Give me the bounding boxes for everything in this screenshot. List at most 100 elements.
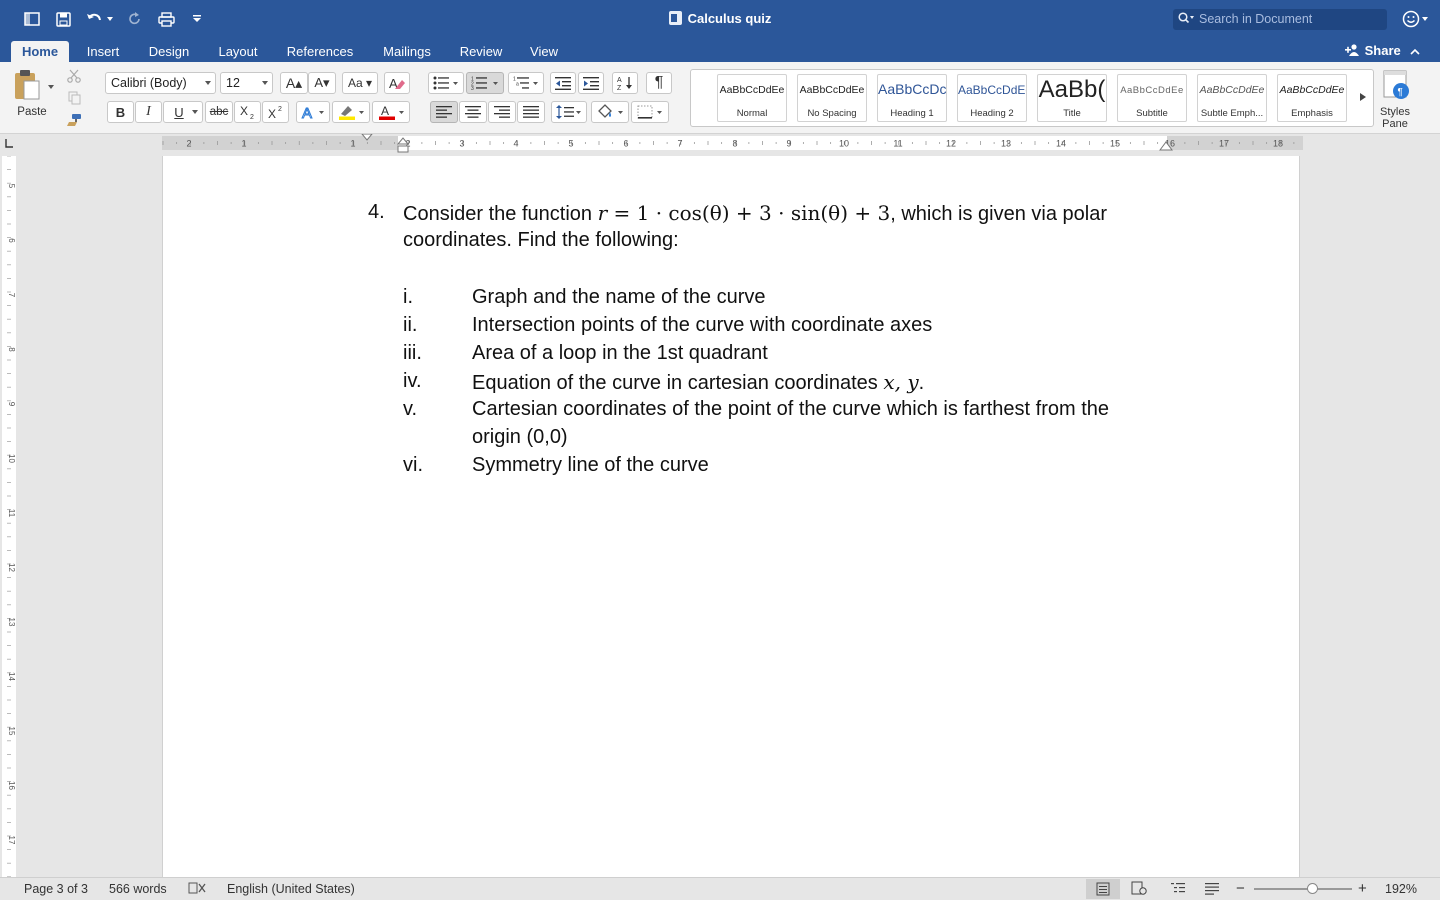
italic-button[interactable]: I	[135, 101, 162, 123]
list-item-continuation[interactable]: origin (0,0)	[472, 426, 568, 449]
word-count[interactable]: 566 words	[109, 882, 167, 896]
decrease-indent-button[interactable]	[550, 72, 576, 94]
sidebar-toggle-icon[interactable]	[22, 9, 42, 29]
list-item[interactable]: Graph and the name of the curve	[472, 286, 766, 309]
proofing-icon[interactable]	[188, 881, 206, 898]
list-item[interactable]: Cartesian coordinates of the point of th…	[472, 398, 1109, 421]
zoom-in-icon[interactable]: +	[1358, 880, 1367, 897]
increase-indent-button[interactable]	[578, 72, 604, 94]
outline-view-icon[interactable]	[1170, 881, 1186, 898]
text-effects-button[interactable]: A	[296, 101, 330, 123]
zoom-out-icon[interactable]: −	[1236, 880, 1245, 897]
align-center-button[interactable]	[459, 101, 487, 123]
font-size-combo[interactable]: 12	[220, 72, 273, 94]
print-layout-view-button[interactable]	[1086, 879, 1120, 899]
style-emphasis[interactable]: AaBbCcDdEe Emphasis	[1277, 74, 1347, 122]
underline-button[interactable]: U	[163, 101, 203, 123]
multilevel-list-button[interactable]: 1a	[508, 72, 544, 94]
styles-pane-button[interactable]: ¶	[1378, 68, 1414, 102]
ruler-label: 14	[1056, 139, 1066, 149]
list-item[interactable]: Area of a loop in the 1st quadrant	[472, 342, 768, 365]
search-input[interactable]: Search in Document	[1173, 9, 1387, 30]
draft-view-icon[interactable]	[1204, 881, 1220, 898]
save-icon[interactable]	[53, 9, 73, 29]
tab-home[interactable]: Home	[11, 41, 69, 63]
list-item[interactable]: Symmetry line of the curve	[472, 454, 709, 477]
undo-icon[interactable]	[84, 9, 104, 29]
sort-button[interactable]: AZ	[612, 72, 638, 94]
paste-button[interactable]	[12, 68, 42, 102]
customize-toolbar-icon[interactable]	[190, 9, 204, 29]
zoom-slider-thumb[interactable]	[1307, 883, 1318, 894]
tab-design[interactable]: Design	[140, 41, 198, 63]
style-no-spacing[interactable]: AaBbCcDdEe No Spacing	[797, 74, 867, 122]
zoom-slider[interactable]	[1254, 888, 1352, 890]
ruler-label: 6	[7, 238, 16, 243]
font-color-button[interactable]: A	[372, 101, 410, 123]
question-line-1[interactable]: Consider the function r = 1 · cos(θ) + 3…	[403, 201, 1107, 226]
align-left-button[interactable]	[430, 101, 458, 123]
list-item[interactable]: Equation of the curve in cartesian coord…	[472, 370, 924, 395]
numbering-button[interactable]: 123	[466, 72, 504, 94]
subscript-button[interactable]: X2	[234, 101, 261, 123]
tab-stop-selector-icon[interactable]	[3, 137, 15, 149]
bold-button[interactable]: B	[107, 101, 134, 123]
style-heading-2[interactable]: AaBbCcDdEe Heading 2	[957, 74, 1027, 122]
share-button[interactable]: Share	[1345, 41, 1420, 61]
ruler-label: 2	[186, 139, 191, 149]
cut-icon[interactable]	[65, 68, 83, 84]
superscript-button[interactable]: X2	[262, 101, 289, 123]
clear-formatting-button[interactable]: A	[384, 72, 410, 94]
question-line-2[interactable]: coordinates. Find the following:	[403, 229, 679, 252]
copy-icon[interactable]	[65, 90, 83, 106]
strikethrough-button[interactable]: abc	[205, 101, 233, 123]
document-page[interactable]: 4. Consider the function r = 1 · cos(θ) …	[162, 156, 1300, 877]
format-painter-icon[interactable]	[65, 112, 83, 128]
style-name: Title	[1063, 108, 1081, 119]
tab-mailings[interactable]: Mailings	[374, 41, 440, 63]
feedback-smiley-icon[interactable]	[1402, 9, 1428, 32]
vertical-ruler[interactable]: 5 6 7 8 9 10 11 12 13 14 15 16 17	[0, 155, 22, 878]
tab-layout[interactable]: Layout	[210, 41, 266, 63]
collapse-ribbon-icon[interactable]	[1410, 48, 1420, 55]
formula-variables: x, y	[883, 370, 919, 394]
page-count[interactable]: Page 3 of 3	[24, 882, 88, 896]
style-normal[interactable]: AaBbCcDdEe Normal	[717, 74, 787, 122]
redo-icon[interactable]	[125, 9, 145, 29]
paste-dropdown-icon[interactable]	[48, 85, 54, 89]
justify-button[interactable]	[517, 101, 545, 123]
left-indent-marker[interactable]	[397, 145, 409, 153]
print-icon[interactable]	[156, 9, 176, 29]
bullets-button[interactable]	[428, 72, 464, 94]
undo-dropdown-icon[interactable]	[105, 9, 115, 29]
horizontal-ruler[interactable]: 21123456789101112131415161718	[0, 133, 1440, 156]
styles-more-icon[interactable]	[1356, 90, 1370, 104]
web-layout-view-icon[interactable]	[1131, 881, 1147, 898]
shrink-font-button[interactable]: A▾	[308, 72, 336, 94]
shading-button[interactable]	[591, 101, 629, 123]
tab-insert[interactable]: Insert	[78, 41, 128, 63]
language[interactable]: English (United States)	[227, 882, 355, 896]
change-case-button[interactable]: Aa ▾	[342, 72, 378, 94]
highlight-button[interactable]	[332, 101, 370, 123]
tab-view[interactable]: View	[522, 41, 566, 63]
style-heading-1[interactable]: AaBbCcDc Heading 1	[877, 74, 947, 122]
style-title[interactable]: AaBb(Title	[1037, 74, 1107, 122]
tab-review[interactable]: Review	[452, 41, 510, 63]
line-spacing-button[interactable]	[551, 101, 587, 123]
style-subtitle[interactable]: AaBbCcDdEe Subtitle	[1117, 74, 1187, 122]
style-name: Normal	[736, 108, 768, 119]
style-name: Subtle Emph...	[1200, 108, 1264, 119]
tab-references[interactable]: References	[279, 41, 361, 63]
document-body[interactable]: 4. Consider the function r = 1 · cos(θ) …	[163, 156, 1301, 877]
style-subtle-emphasis[interactable]: AaBbCcDdEe Subtle Emph...	[1197, 74, 1267, 122]
grow-font-button[interactable]: A▴	[280, 72, 308, 94]
borders-button[interactable]	[631, 101, 669, 123]
show-formatting-button[interactable]: ¶	[646, 72, 672, 94]
font-name-combo[interactable]: Calibri (Body)	[105, 72, 216, 94]
list-item[interactable]: Intersection points of the curve with co…	[472, 314, 932, 337]
font-color-icon: A	[379, 104, 404, 120]
zoom-level[interactable]: 192%	[1385, 882, 1417, 896]
align-right-button[interactable]	[488, 101, 516, 123]
font-size-value: 12	[226, 76, 240, 90]
